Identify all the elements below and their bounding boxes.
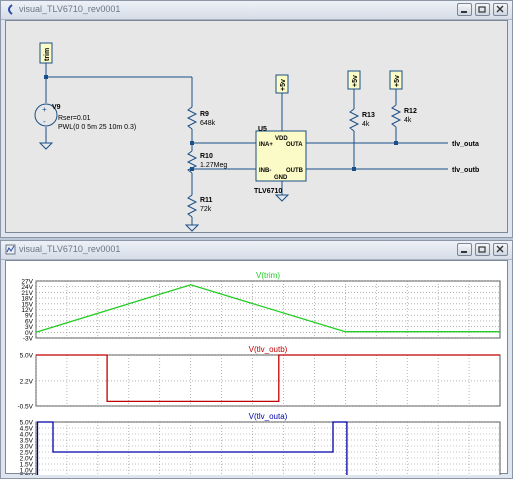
supply-flag-r13[interactable]: +5v <box>347 70 361 90</box>
schematic-canvas[interactable]: + - trim +5v +5v +5v V9 Rser=0.01 PWL(0 … <box>5 20 508 233</box>
junction-dot <box>394 141 398 145</box>
junction-dot <box>352 167 356 171</box>
supply-flag-r12[interactable]: +5v <box>389 70 403 90</box>
schematic-title: visual_TLV6710_rev0001 <box>19 4 121 14</box>
r12-value: 4k <box>404 117 412 124</box>
restore-button[interactable] <box>475 3 490 16</box>
r9-label: R9 <box>200 111 209 118</box>
y-tick-label: 5.0V <box>20 353 34 360</box>
minimize-icon <box>461 251 467 253</box>
r9-value: 648k <box>200 120 216 127</box>
plot-pane-2[interactable]: 5.0V 2.2V -0.5V V(tlv_outb) <box>17 345 501 411</box>
waveform-viewer[interactable]: 27V 24V 21V 18V 15V 12V 9V 6V 3V 0V -3V V(trim) 5.0V… <box>5 260 509 475</box>
ina-pin: INA+ <box>259 142 273 148</box>
net-label-outb: tlv_outb <box>452 167 479 174</box>
plot-pane-3[interactable]: 5.0V4.5V4.0V3.5V3.0V2.5V2.0V1.5V1.0V0.5V… <box>20 412 501 476</box>
waveform-plot[interactable]: 27V24V21V18V15V12V9V6V3V0V-3VV(trim)5.0V… <box>6 261 509 475</box>
r11-value: 72k <box>200 206 212 213</box>
junction-dot <box>190 167 194 171</box>
trim-flag-label: trim <box>44 48 51 61</box>
gnd-pin: GND <box>274 175 288 181</box>
plot-pane-1[interactable]: 27V24V21V18V15V12V9V6V3V0V-3VV(trim) <box>21 271 501 343</box>
waveform-titlebar[interactable]: visual_TLV6710_rev0001 <box>1 241 512 260</box>
y-tick-label: 2.2V <box>20 378 34 385</box>
supply-flag-label: +5v <box>352 75 359 87</box>
close-button[interactable] <box>493 243 508 256</box>
ltspice-icon <box>8 4 13 15</box>
minimize-button[interactable] <box>457 243 472 256</box>
v9-label: V9 <box>52 104 61 111</box>
waveform-app-icon <box>5 244 16 255</box>
schematic-window: visual_TLV6710_rev0001 + - trim +5v +5v … <box>0 0 513 238</box>
waveform-title: visual_TLV6710_rev0001 <box>19 244 121 254</box>
outa-pin: OUTA <box>286 142 303 148</box>
net-label-outa: tlv_outa <box>452 141 479 148</box>
svg-text:-: - <box>43 117 46 126</box>
minimize-button[interactable] <box>457 3 472 16</box>
trace-label[interactable]: V(tlv_outb) <box>249 345 288 354</box>
r10-value: 1.27Meg <box>200 162 227 169</box>
rser-label: Rser=0.01 <box>58 115 91 122</box>
close-button[interactable] <box>493 3 508 16</box>
supply-flag-chip[interactable]: +5v <box>275 74 289 94</box>
minimize-icon <box>461 11 467 13</box>
restore-icon <box>478 6 486 13</box>
trim-net-flag[interactable]: trim <box>39 42 53 64</box>
restore-button[interactable] <box>475 243 490 256</box>
trace-label[interactable]: V(trim) <box>256 271 280 280</box>
trace-label[interactable]: V(tlv_outa) <box>249 412 288 421</box>
pane-frame <box>35 354 501 407</box>
junction-dot <box>44 75 48 79</box>
r10-label: R10 <box>200 153 213 160</box>
schematic-diagram[interactable]: + - trim +5v +5v +5v V9 Rser=0.01 PWL(0 … <box>6 21 509 235</box>
junction-dot <box>190 141 194 145</box>
close-icon <box>496 245 504 253</box>
y-tick-label: -3V <box>23 336 34 343</box>
pane-frame <box>35 421 501 475</box>
restore-icon <box>478 246 486 253</box>
r13-value: 4k <box>362 121 370 128</box>
close-icon <box>496 5 504 13</box>
r12-label: R12 <box>404 108 417 115</box>
waveform-window: visual_TLV6710_rev0001 27V 24V 21V 18V 15V 12… <box>0 240 513 479</box>
r11-label: R11 <box>200 197 213 204</box>
inb-pin: INB- <box>259 168 271 174</box>
supply-flag-label: +5v <box>394 75 401 87</box>
y-tick-label: 0.5V <box>20 474 34 476</box>
r13-label: R13 <box>362 112 375 119</box>
schematic-titlebar[interactable]: visual_TLV6710_rev0001 <box>1 1 512 20</box>
svg-text:+: + <box>42 105 47 114</box>
chip-name: TLV6710 <box>254 188 282 195</box>
pwl-label: PWL(0 0 5m 25 10m 0.3) <box>58 124 136 131</box>
y-tick-label: -0.5V <box>17 404 33 411</box>
u5-label: U5 <box>258 126 267 133</box>
supply-flag-label: +5v <box>280 79 287 91</box>
outb-pin: OUTB <box>286 168 304 174</box>
